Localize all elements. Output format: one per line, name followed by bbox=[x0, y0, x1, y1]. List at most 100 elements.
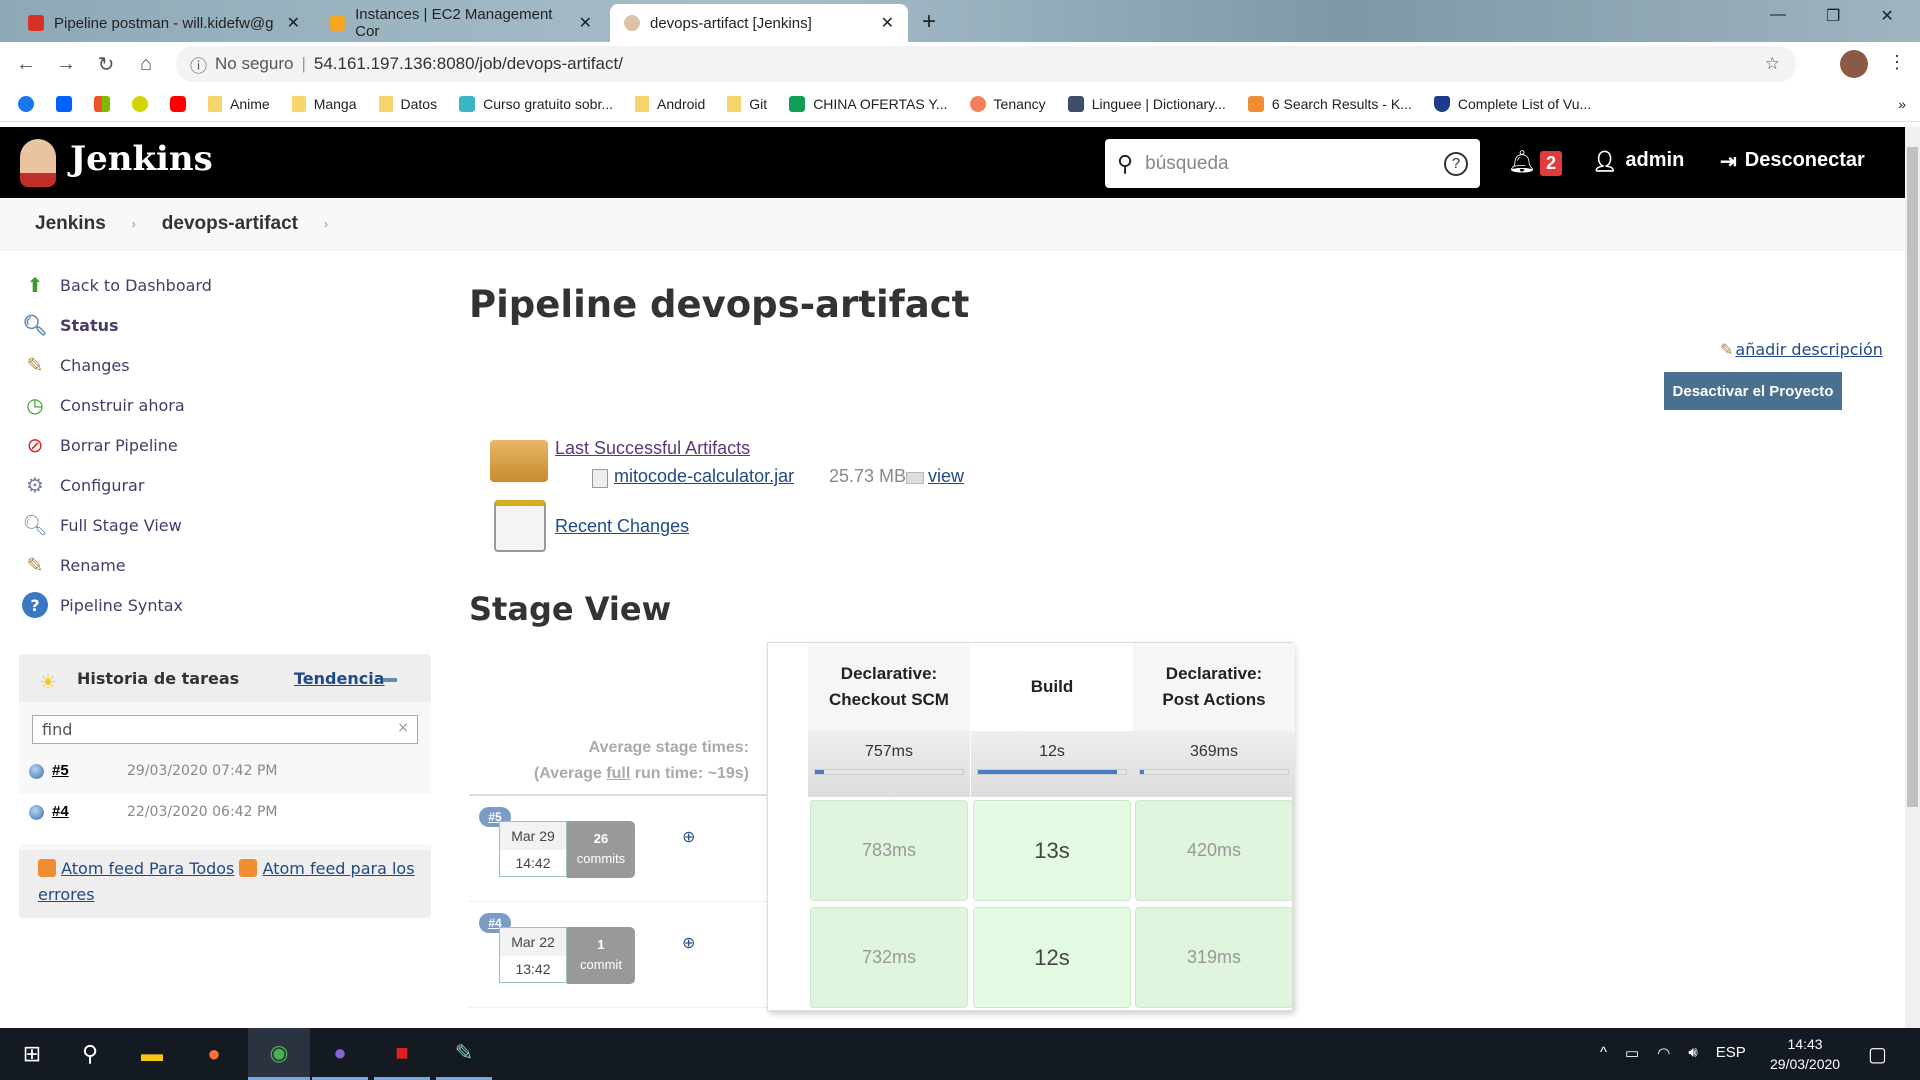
notepad-icon: ✎ bbox=[26, 553, 44, 577]
breadcrumb-menu-icon[interactable]: › bbox=[324, 217, 328, 231]
bell-icon[interactable]: 🔔︎ bbox=[1508, 149, 1536, 175]
sidebar-item-changes[interactable]: ✎ Changes bbox=[22, 352, 130, 378]
forward-icon[interactable]: → bbox=[46, 53, 86, 76]
browser-tab-gmail[interactable]: Pipeline postman - will.kidefw@g ✕ bbox=[14, 4, 314, 42]
bookmark-git[interactable]: Git bbox=[727, 95, 767, 112]
bookmark-datos[interactable]: Datos bbox=[378, 95, 437, 112]
bookmark-star-icon[interactable]: ☆ bbox=[1765, 54, 1780, 74]
chrome-icon[interactable]: ◉ bbox=[248, 1028, 310, 1080]
disable-project-button[interactable]: Desactivar el Proyecto bbox=[1664, 372, 1842, 410]
file-explorer-icon[interactable]: ▬ bbox=[124, 1028, 180, 1080]
stage-view-title: Stage View bbox=[469, 590, 672, 628]
search-box[interactable]: ⚲ búsqueda ? bbox=[1105, 139, 1480, 188]
last-artifacts-link[interactable]: Last Successful Artifacts bbox=[555, 438, 750, 459]
stage-average-bar-fill bbox=[815, 770, 824, 774]
trend-link[interactable]: Tendencia bbox=[294, 669, 385, 688]
full-run-link[interactable]: full bbox=[606, 765, 630, 782]
sidebar-item-back-dashboard[interactable]: ⬆ Back to Dashboard bbox=[22, 272, 212, 298]
url-bar[interactable]: ⓘ No seguro | 54.161.197.136:8080/job/de… bbox=[176, 46, 1796, 82]
browser-tab-ec2[interactable]: Instances | EC2 Management Cor ✕ bbox=[316, 4, 606, 42]
artifact-file-link[interactable]: mitocode-calculator.jar bbox=[614, 466, 794, 487]
notifications-icon[interactable]: ▢ bbox=[1868, 1042, 1887, 1067]
minimize-icon[interactable]: — bbox=[1770, 6, 1786, 26]
restore-icon[interactable]: ❐ bbox=[1826, 6, 1840, 26]
bookmark-curso[interactable]: Curso gratuito sobr... bbox=[459, 95, 613, 112]
dropbox-icon[interactable] bbox=[56, 95, 72, 112]
atom-feed-all-link[interactable]: Atom feed Para Todos bbox=[61, 859, 234, 878]
new-tab-button[interactable]: + bbox=[922, 8, 936, 36]
help-icon[interactable]: ? bbox=[1444, 151, 1468, 176]
stage-cell[interactable]: 783ms bbox=[810, 800, 968, 901]
close-window-icon[interactable]: ✕ bbox=[1880, 6, 1893, 26]
recent-changes-link[interactable]: Recent Changes bbox=[555, 516, 689, 537]
reload-icon[interactable]: ↻ bbox=[86, 52, 126, 77]
sidebar-item-full-stage-view[interactable]: 🔍︎ Full Stage View bbox=[22, 512, 181, 538]
sidebar-item-configure[interactable]: ⚙ Configurar bbox=[22, 472, 144, 498]
bookmark-china[interactable]: CHINA OFERTAS Y... bbox=[789, 95, 948, 112]
facebook-icon[interactable] bbox=[18, 95, 34, 112]
dailymotion-icon[interactable] bbox=[132, 95, 148, 112]
back-icon[interactable]: ← bbox=[6, 53, 46, 76]
user-menu[interactable]: 👤︎ admin bbox=[1592, 149, 1684, 174]
breadcrumb-job[interactable]: devops-artifact bbox=[162, 213, 298, 235]
stage-cell[interactable]: 13s bbox=[973, 800, 1131, 901]
firefox-icon[interactable]: ● bbox=[186, 1028, 242, 1080]
browser-tab-jenkins[interactable]: devops-artifact [Jenkins] ✕ bbox=[610, 4, 908, 42]
language-indicator[interactable]: ESP bbox=[1716, 1044, 1746, 1062]
stage-cell[interactable]: 319ms bbox=[1135, 907, 1293, 1008]
bookmark-linguee[interactable]: Linguee | Dictionary... bbox=[1067, 95, 1226, 112]
windows-start-icon[interactable]: ⊞ bbox=[4, 1028, 60, 1080]
profile-avatar[interactable] bbox=[1840, 50, 1868, 78]
bookmark-vulns[interactable]: Complete List of Vu... bbox=[1433, 95, 1591, 112]
view-artifact-link[interactable]: view bbox=[928, 466, 964, 487]
average-times-label: Average stage times: (Average full run t… bbox=[533, 739, 749, 782]
paint-icon[interactable]: ✎ bbox=[436, 1028, 492, 1080]
stage-header: Declarative: Post Actions bbox=[1133, 643, 1295, 731]
wifi-icon[interactable]: ◠ bbox=[1657, 1044, 1670, 1062]
stage-cell[interactable]: 732ms bbox=[810, 907, 968, 1008]
breadcrumb-jenkins[interactable]: Jenkins bbox=[35, 213, 106, 235]
volume-icon[interactable]: 🔊︎ bbox=[1688, 1044, 1697, 1062]
home-icon[interactable]: ⌂ bbox=[126, 53, 166, 76]
sidebar-item-rename[interactable]: ✎ Rename bbox=[22, 552, 126, 578]
github-desktop-icon[interactable]: ● bbox=[312, 1028, 368, 1080]
sidebar-item-status[interactable]: 🔍︎ Status bbox=[22, 312, 118, 338]
add-description-link[interactable]: ✎ añadir descripción bbox=[1720, 340, 1883, 359]
tray-expand-icon[interactable]: ^ bbox=[1600, 1044, 1607, 1062]
battery-icon[interactable]: ▭ bbox=[1625, 1044, 1639, 1062]
search-icon[interactable]: ⚲ bbox=[62, 1028, 118, 1080]
notification-badge[interactable]: 2 bbox=[1540, 151, 1562, 176]
download-logs-icon[interactable]: ⊕ bbox=[682, 933, 695, 953]
bookmark-anime[interactable]: Anime bbox=[208, 95, 270, 112]
stage-average-bar-fill bbox=[1140, 770, 1145, 774]
build-date: 29/03/2020 07:42 PM bbox=[127, 763, 278, 779]
bookmark-tenancy[interactable]: Tenancy bbox=[969, 95, 1046, 112]
microsoft-icon[interactable] bbox=[94, 95, 110, 112]
run-commits[interactable]: 26 commits bbox=[567, 821, 635, 878]
download-logs-icon[interactable]: ⊕ bbox=[682, 827, 695, 847]
history-filter-input[interactable]: find × bbox=[32, 715, 418, 744]
close-tab-icon[interactable]: ✕ bbox=[287, 13, 300, 33]
acrobat-icon[interactable]: ■ bbox=[374, 1028, 430, 1080]
bookmark-manga[interactable]: Manga bbox=[291, 95, 357, 112]
browser-menu-icon[interactable]: ⋮ bbox=[1888, 52, 1906, 73]
stage-cell[interactable]: 12s bbox=[973, 907, 1131, 1008]
build-link-4[interactable]: #4 bbox=[52, 803, 69, 820]
clock[interactable]: 14:43 29/03/2020 bbox=[1770, 1034, 1840, 1074]
sidebar-item-build-now[interactable]: ◷ Construir ahora bbox=[22, 392, 184, 418]
more-bookmarks-icon[interactable]: » bbox=[1898, 96, 1906, 112]
page-scrollbar[interactable] bbox=[1905, 127, 1920, 1028]
youtube-icon[interactable] bbox=[170, 95, 186, 112]
bookmark-android[interactable]: Android bbox=[635, 95, 705, 112]
bookmark-search-results[interactable]: 6 Search Results - K... bbox=[1247, 95, 1412, 112]
logout-link[interactable]: ⇥ Desconectar bbox=[1720, 149, 1865, 174]
jenkins-logo[interactable]: Jenkins bbox=[70, 139, 213, 179]
close-tab-icon[interactable]: ✕ bbox=[579, 13, 592, 33]
run-commits[interactable]: 1 commit bbox=[567, 927, 635, 984]
build-link-5[interactable]: #5 bbox=[52, 762, 69, 779]
sidebar-item-pipeline-syntax[interactable]: ? Pipeline Syntax bbox=[22, 592, 183, 618]
close-tab-icon[interactable]: ✕ bbox=[881, 13, 894, 33]
sidebar-item-delete[interactable]: ⊘ Borrar Pipeline bbox=[22, 432, 178, 458]
clear-filter-icon[interactable]: × bbox=[397, 720, 409, 736]
stage-cell[interactable]: 420ms bbox=[1135, 800, 1293, 901]
